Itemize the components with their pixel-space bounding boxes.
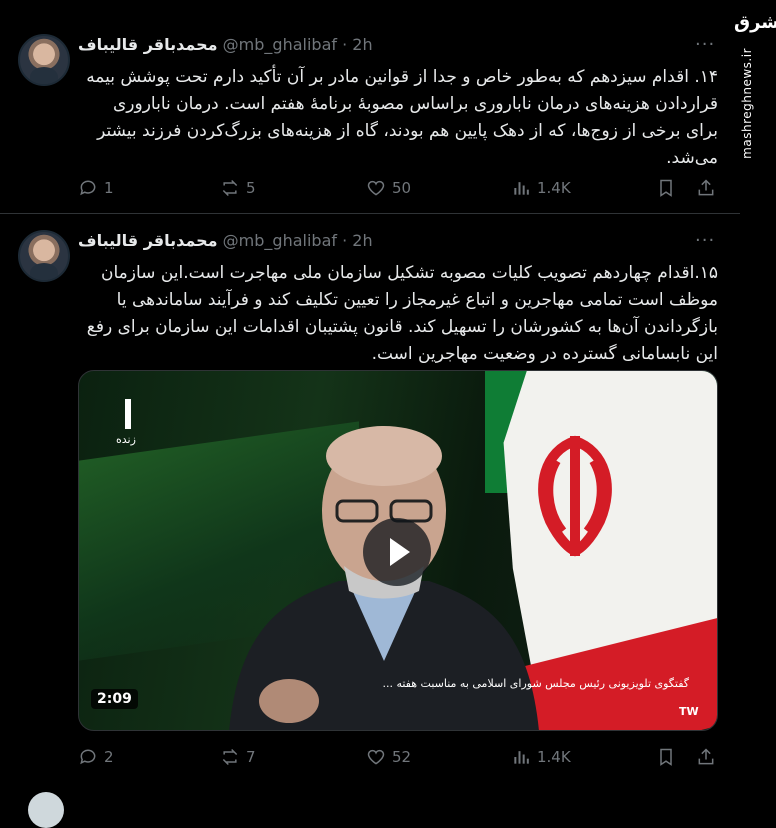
tweet-time[interactable]: 2h — [352, 231, 372, 250]
share-button[interactable] — [696, 174, 716, 202]
play-icon[interactable] — [363, 518, 431, 586]
tweet-time[interactable]: 2h — [352, 35, 372, 54]
views-icon — [514, 751, 529, 764]
like-icon — [367, 749, 385, 765]
author-handle[interactable]: @mb_ghalibaf — [223, 231, 337, 250]
reply-icon — [80, 749, 96, 765]
like-button[interactable]: 50 — [366, 174, 411, 202]
views-count: 1.4K — [537, 179, 571, 197]
tweet-text: ۱۵.اقدام چهاردهم تصویب کلیات مصوبه تشکیل… — [86, 263, 718, 364]
tweet-header: محمدباقر قالیباف @mb_ghalibaf · 2h — [78, 34, 373, 56]
like-count: 50 — [392, 179, 412, 197]
tweet-actions: 2 7 52 1.4K — [78, 743, 718, 771]
more-icon[interactable]: ··· — [695, 34, 715, 55]
author-name[interactable]: محمدباقر قالیباف — [78, 231, 218, 250]
repost-count: 5 — [246, 179, 256, 197]
views-icon — [514, 182, 529, 195]
tweet-actions: 1 5 50 1.4K — [78, 174, 718, 202]
views-count: 1.4K — [537, 748, 571, 766]
repost-button[interactable]: 5 — [220, 174, 256, 202]
watermark-url: mashreghnews.ir — [740, 48, 754, 159]
views-button[interactable]: 1.4K — [511, 174, 571, 202]
share-icon — [698, 179, 714, 196]
like-button[interactable]: 52 — [366, 743, 411, 771]
separator-dot: · — [342, 35, 348, 54]
video-caption: گفتگوی تلویزیونی رئیس مجلس شورای اسلامی … — [382, 677, 689, 690]
bookmark-icon — [660, 748, 672, 766]
reply-icon — [80, 180, 96, 196]
more-icon[interactable]: ··· — [695, 230, 715, 251]
next-tweet-avatar[interactable] — [28, 792, 64, 828]
repost-count: 7 — [246, 748, 256, 766]
like-icon — [367, 180, 385, 196]
reply-button[interactable]: 2 — [78, 743, 114, 771]
repost-icon — [222, 179, 238, 197]
author-handle[interactable]: @mb_ghalibaf — [223, 35, 337, 54]
avatar[interactable] — [18, 34, 70, 86]
tweet-text: ۱۴. اقدام سیزدهم که به‌طور خاص و جدا از … — [86, 67, 718, 168]
bookmark-icon — [660, 179, 672, 197]
reply-count: 2 — [104, 748, 114, 766]
video-player[interactable]: زنده گفتگوی تلویزیونی رئیس مجلس شورای اس… — [78, 370, 718, 731]
share-button[interactable] — [696, 743, 716, 771]
live-label: زنده — [116, 433, 136, 446]
live-indicator — [125, 399, 131, 429]
repost-button[interactable]: 7 — [220, 743, 256, 771]
reply-count: 1 — [104, 179, 114, 197]
author-name[interactable]: محمدباقر قالیباف — [78, 35, 218, 54]
like-count: 52 — [392, 748, 412, 766]
channel-badge: TW — [679, 705, 699, 718]
tweet-1[interactable]: محمدباقر قالیباف @mb_ghalibaf · 2h ··· ۱… — [0, 34, 740, 214]
share-icon — [698, 748, 714, 765]
tweet-header: محمدباقر قالیباف @mb_ghalibaf · 2h — [78, 230, 373, 252]
tweet-divider — [0, 213, 740, 214]
repost-icon — [222, 748, 238, 766]
views-button[interactable]: 1.4K — [511, 743, 571, 771]
separator-dot: · — [342, 231, 348, 250]
avatar[interactable] — [18, 230, 70, 282]
reply-button[interactable]: 1 — [78, 174, 114, 202]
bookmark-button[interactable] — [656, 743, 676, 771]
bookmark-button[interactable] — [656, 174, 676, 202]
video-duration: 2:09 — [91, 689, 138, 709]
